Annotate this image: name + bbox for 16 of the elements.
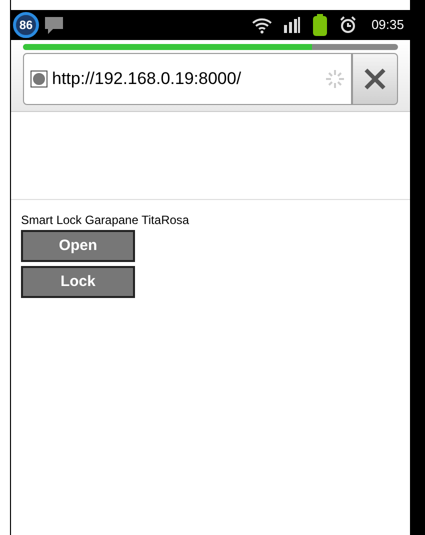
chat-bubble-icon — [43, 15, 65, 35]
battery-icon — [313, 14, 328, 36]
signal-icon — [283, 17, 302, 33]
action-button[interactable]: Open — [21, 230, 135, 262]
notification-badge: 86 — [13, 12, 39, 38]
globe-icon — [30, 70, 48, 88]
page-title: Smart Lock Garapane TitaRosa — [21, 212, 190, 228]
close-icon — [363, 67, 387, 91]
url-field[interactable]: http://192.168.0.19:8000/ — [23, 53, 352, 105]
loading-spinner-icon — [325, 69, 345, 89]
alarm-clock-icon — [339, 16, 358, 34]
action-button[interactable]: Lock — [21, 266, 135, 298]
url-text: http://192.168.0.19:8000/ — [52, 68, 242, 90]
wifi-icon — [251, 16, 274, 34]
clock-time: 09:35 — [371, 16, 404, 34]
stop-button[interactable] — [352, 53, 398, 105]
